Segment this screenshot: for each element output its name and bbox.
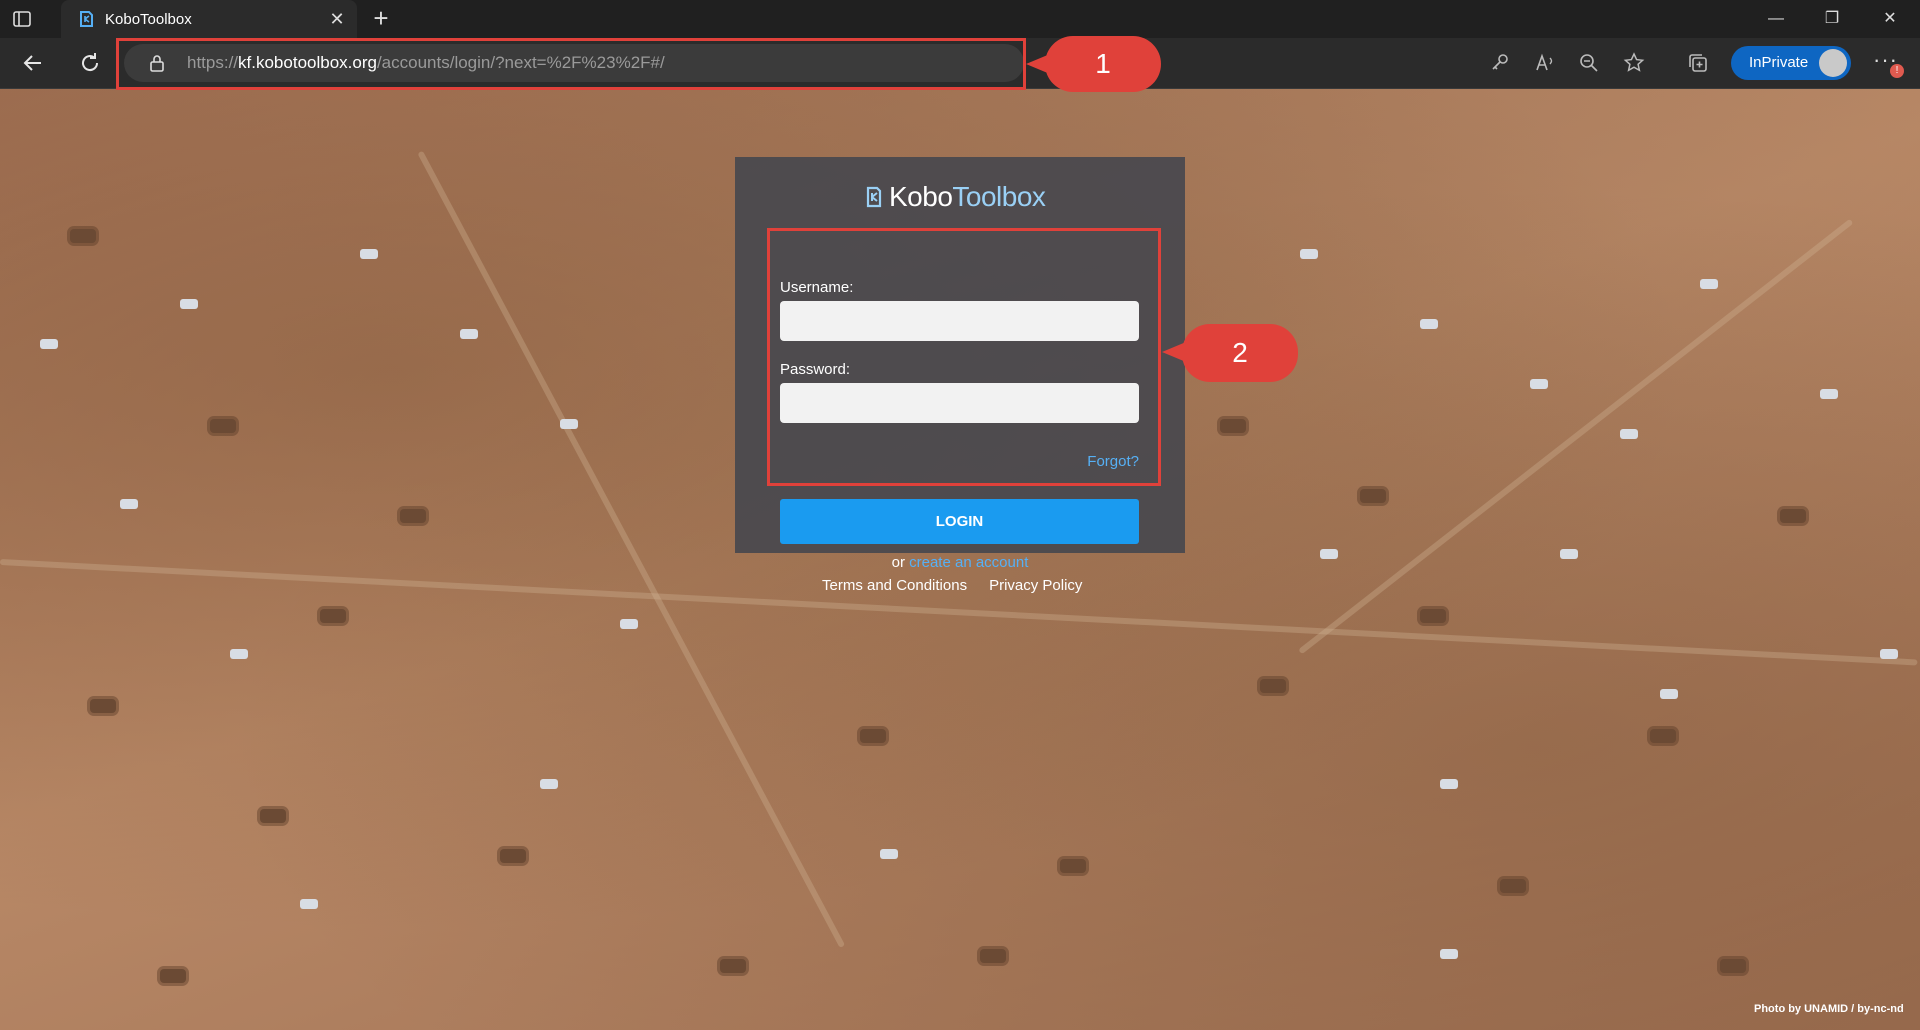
tent [120, 499, 138, 509]
tent [40, 339, 58, 349]
annotation-callout-2: 2 [1182, 324, 1298, 382]
hut [160, 969, 186, 983]
hut [1650, 729, 1676, 743]
hut [70, 229, 96, 243]
annotation-box-1 [116, 38, 1026, 90]
terrain-track [1298, 218, 1854, 655]
collections-icon[interactable] [1686, 51, 1710, 75]
add-favorite-icon[interactable] [1622, 51, 1646, 75]
annotation-callout-1: 1 [1045, 36, 1161, 92]
tent [230, 649, 248, 659]
hut [400, 509, 426, 523]
tab-actions-icon[interactable] [12, 9, 32, 29]
tab-close-icon[interactable]: ✕ [327, 9, 347, 29]
avatar [1819, 49, 1847, 77]
create-prefix: or [891, 554, 905, 571]
tent [1620, 429, 1638, 439]
tent [1880, 649, 1898, 659]
tent [1820, 389, 1838, 399]
footer-links: Terms and Conditions Privacy Policy [822, 577, 1104, 594]
hut [1360, 489, 1386, 503]
hut [1220, 419, 1246, 433]
callout-tail-1 [1026, 54, 1050, 74]
new-tab-icon[interactable]: + [368, 5, 394, 32]
inprivate-button[interactable]: InPrivate [1731, 46, 1851, 80]
hut [320, 609, 346, 623]
tent [1440, 949, 1458, 959]
tent [620, 619, 638, 629]
close-window-icon[interactable]: ✕ [1862, 0, 1918, 38]
login-button[interactable]: LOGIN [780, 499, 1139, 544]
kobotoolbox-logo-icon [866, 186, 882, 208]
key-icon[interactable] [1488, 51, 1512, 75]
hut [90, 699, 116, 713]
logo-text-kobo: Kobo [889, 181, 953, 212]
tent [360, 249, 378, 259]
tent [460, 329, 478, 339]
tent [1440, 779, 1458, 789]
read-aloud-icon[interactable] [1533, 51, 1557, 75]
tent [1420, 319, 1438, 329]
minimize-icon[interactable]: — [1748, 0, 1804, 38]
tent [1530, 379, 1548, 389]
hut [980, 949, 1006, 963]
hut [1060, 859, 1086, 873]
hut [1500, 879, 1526, 893]
zoom-out-icon[interactable] [1577, 51, 1601, 75]
tent [1700, 279, 1718, 289]
kobotoolbox-favicon-icon [77, 10, 95, 28]
back-arrow-icon[interactable] [20, 50, 46, 76]
tent [1560, 549, 1578, 559]
hut [1260, 679, 1286, 693]
kobotoolbox-logo: KoboToolbox [865, 180, 1046, 214]
tent [540, 779, 558, 789]
tent [300, 899, 318, 909]
privacy-link[interactable]: Privacy Policy [989, 577, 1082, 594]
hut [1780, 509, 1806, 523]
hut [1420, 609, 1446, 623]
hut [860, 729, 886, 743]
create-account-link[interactable]: create an account [909, 554, 1028, 571]
logo-text-toolbox: Toolbox [952, 181, 1046, 212]
create-account-line: or create an account [735, 554, 1185, 571]
annotation-box-2 [767, 228, 1161, 486]
hut [260, 809, 286, 823]
hut [720, 959, 746, 973]
tent [1660, 689, 1678, 699]
tent [1320, 549, 1338, 559]
inprivate-label: InPrivate [1749, 54, 1809, 71]
hut [500, 849, 526, 863]
restore-icon[interactable]: ❐ [1804, 0, 1860, 38]
hut [210, 419, 236, 433]
notification-badge: ! [1890, 64, 1904, 78]
callout-tail-2 [1162, 342, 1186, 362]
title-bar: KoboToolbox ✕ + — ❐ ✕ [0, 0, 1920, 38]
tent [180, 299, 198, 309]
tent [880, 849, 898, 859]
refresh-icon[interactable] [77, 50, 103, 76]
photo-credit: Photo by UNAMID / by-nc-nd [1754, 1003, 1904, 1015]
tent [560, 419, 578, 429]
terms-link[interactable]: Terms and Conditions [822, 577, 967, 594]
hut [1720, 959, 1746, 973]
browser-tab[interactable]: KoboToolbox ✕ [61, 0, 357, 38]
tent [1300, 249, 1318, 259]
tab-title: KoboToolbox [105, 11, 192, 28]
terrain-track [0, 559, 1918, 666]
